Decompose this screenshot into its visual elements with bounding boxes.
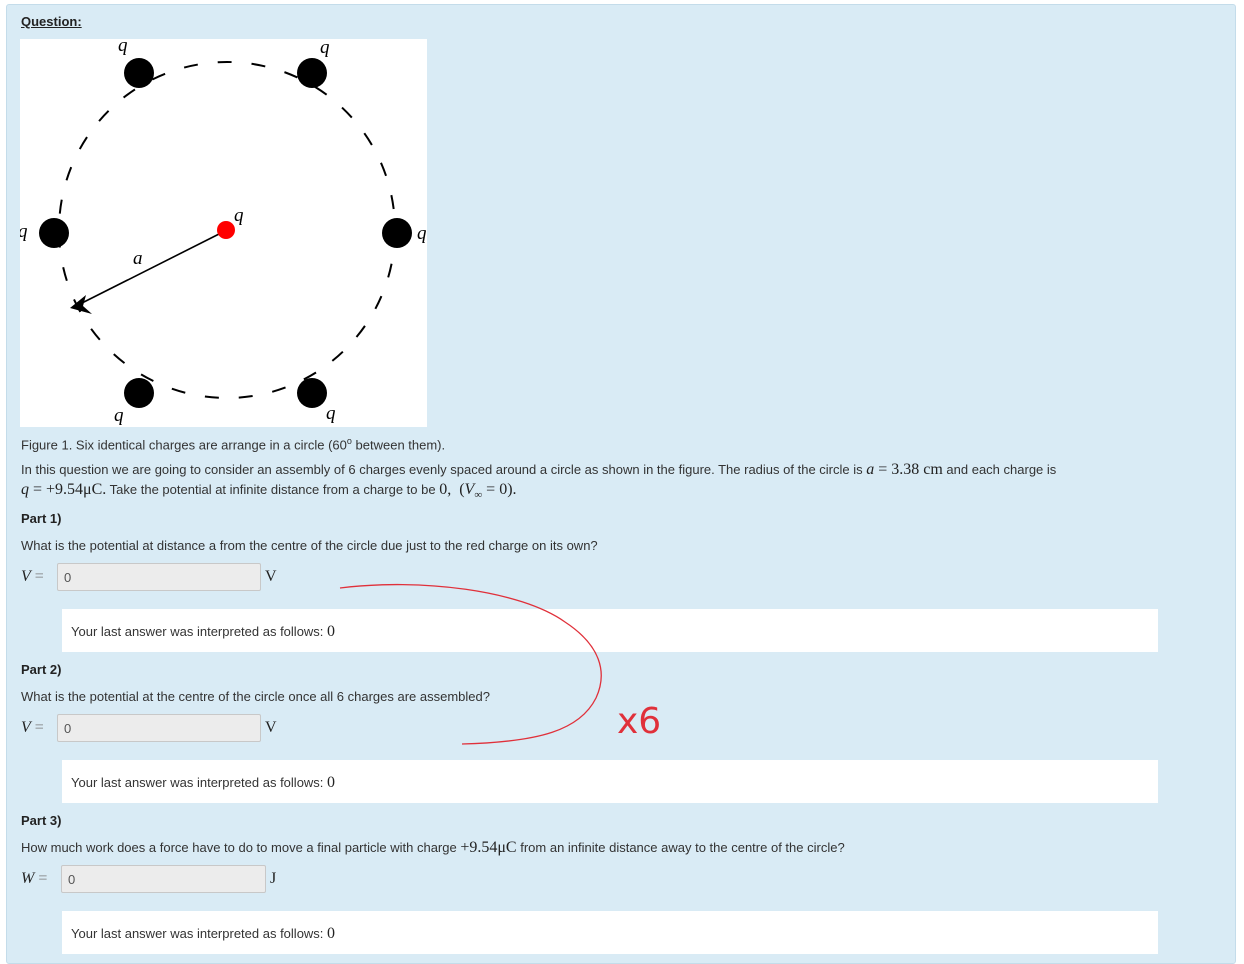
part-3-prompt: How much work does a force have to do to… [21, 839, 845, 856]
intro-line-1: In this question we are going to conside… [21, 461, 1057, 478]
figure-caption: Figure 1. Six identical charges are arra… [21, 436, 446, 453]
part-3-title: Part 3) [21, 813, 62, 828]
charge-top-left [124, 58, 154, 88]
charge-label-bottom-right: q [326, 403, 336, 424]
charge-left [39, 218, 69, 248]
part-2-variable: V = [21, 719, 44, 736]
radius-line [77, 230, 226, 306]
part-2-answer-input[interactable]: 0 [57, 714, 261, 742]
charge-bottom-right [297, 378, 327, 408]
part-1-prompt: What is the potential at distance a from… [21, 538, 598, 553]
charge-right [382, 218, 412, 248]
radius-label: a [133, 248, 143, 269]
part-2-prompt: What is the potential at the centre of t… [21, 689, 490, 704]
charge-label-bottom-left: q [114, 405, 124, 426]
charge-bottom-left [124, 378, 154, 408]
part-3-answer-input[interactable]: 0 [61, 865, 266, 893]
part-3-unit: J [270, 870, 277, 887]
part-1-unit: V [265, 568, 277, 585]
part-3-feedback: Your last answer was interpreted as foll… [62, 911, 1158, 954]
charge-label-center: q [234, 205, 244, 226]
part-1-answer-input[interactable]: 0 [57, 563, 261, 591]
part-1-variable: V = [21, 568, 44, 585]
intro-line-2: q = +9.54μC. Take the potential at infin… [21, 481, 517, 502]
question-header: Question: [21, 14, 82, 29]
charge-top-right [297, 58, 327, 88]
part-2-title: Part 2) [21, 662, 62, 677]
part-1-title: Part 1) [21, 511, 62, 526]
part-3-variable: W = [21, 870, 48, 887]
charge-label-top-left: q [118, 39, 128, 56]
figure-charges-circle: q q q q q q q a [18, 35, 427, 427]
charge-label-left: q [20, 221, 28, 242]
part-2-feedback: Your last answer was interpreted as foll… [62, 760, 1158, 803]
part-1-feedback: Your last answer was interpreted as foll… [62, 609, 1158, 652]
part-2-unit: V [265, 719, 277, 736]
charge-label-right: q [417, 223, 427, 244]
charge-label-top-right: q [320, 39, 330, 58]
figure-svg: q q q q q q q a [18, 35, 427, 426]
red-charge [217, 221, 235, 239]
